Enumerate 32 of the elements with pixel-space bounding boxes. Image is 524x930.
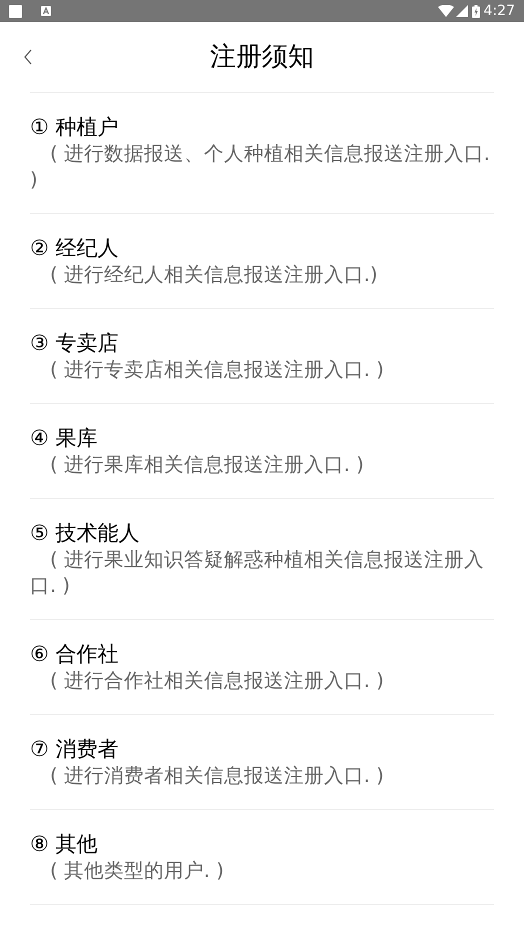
registration-type-item[interactable]: ⑧ 其他 ( 其他类型的用户. ) xyxy=(30,810,494,905)
item-title: ⑥ 合作社 xyxy=(30,641,120,668)
item-title: ① 种植户 xyxy=(30,114,120,141)
item-description: ( 进行合作社相关信息报送注册入口. ) xyxy=(49,668,385,694)
item-title: ③ 专卖店 xyxy=(30,330,120,357)
registration-type-item[interactable]: ⑥ 合作社 ( 进行合作社相关信息报送注册入口. ) xyxy=(30,620,494,715)
item-description: ( 其他类型的用户. ) xyxy=(49,858,225,884)
item-title: ⑧ 其他 xyxy=(30,831,99,858)
registration-type-item[interactable]: ① 种植户 ( 进行数据报送、个人种植相关信息报送注册入口. ) xyxy=(30,93,494,214)
battery-icon xyxy=(472,4,480,18)
item-description: ( 进行果库相关信息报送注册入口. ) xyxy=(49,452,365,478)
registration-type-item[interactable]: ⑤ 技术能人 ( 进行果业知识答疑解惑种植相关信息报送注册入口. ) xyxy=(30,499,494,620)
item-description: ( 进行消费者相关信息报送注册入口. ) xyxy=(49,763,385,789)
notification-icon xyxy=(9,4,22,18)
signal-icon xyxy=(456,5,468,17)
item-description: ( 进行专卖店相关信息报送注册入口. ) xyxy=(49,357,385,383)
item-title: ④ 果库 xyxy=(30,425,99,452)
wifi-icon xyxy=(438,5,454,17)
clock: 4:27 xyxy=(484,4,515,18)
page-title: 注册须知 xyxy=(210,40,314,74)
registration-type-item[interactable]: ⑦ 消费者 ( 进行消费者相关信息报送注册入口. ) xyxy=(30,715,494,810)
back-chevron-icon xyxy=(23,49,33,65)
item-title: ⑤ 技术能人 xyxy=(30,520,141,547)
registration-type-item[interactable]: ③ 专卖店 ( 进行专卖店相关信息报送注册入口. ) xyxy=(30,309,494,404)
item-title: ② 经纪人 xyxy=(30,235,120,262)
item-description: ( 进行经纪人相关信息报送注册入口.) xyxy=(49,262,379,288)
item-title: ⑦ 消费者 xyxy=(30,736,120,763)
item-description: ( 进行果业知识答疑解惑种植相关信息报送注册入口. ) xyxy=(30,547,485,599)
registration-type-item[interactable]: ② 经纪人 ( 进行经纪人相关信息报送注册入口.) xyxy=(30,214,494,309)
registration-type-item[interactable]: ④ 果库 ( 进行果库相关信息报送注册入口. ) xyxy=(30,404,494,499)
item-description: ( 进行数据报送、个人种植相关信息报送注册入口. ) xyxy=(30,141,492,193)
app-notification-icon xyxy=(41,6,51,16)
